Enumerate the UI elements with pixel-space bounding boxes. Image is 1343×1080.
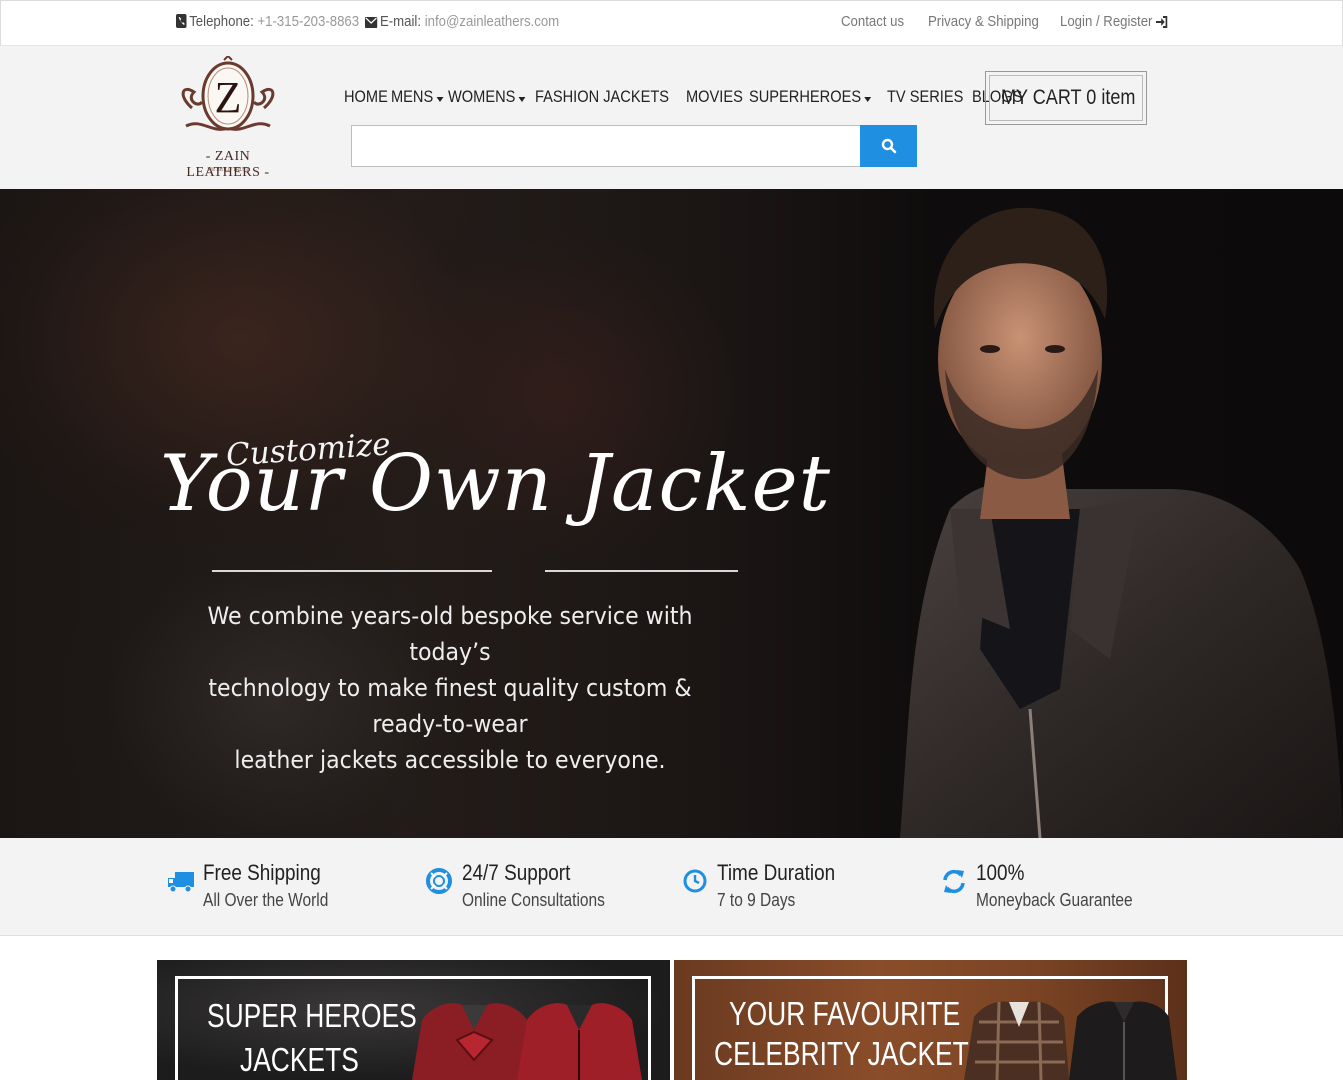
hero-copy: We combine years-old bespoke service wit… — [207, 602, 693, 774]
promo-celebrity-jackets[interactable]: YOUR FAVOURITE CELEBRITY JACKETS — [674, 960, 1187, 1080]
cart-count: 0 item — [1086, 86, 1136, 109]
caret-down-icon — [864, 96, 871, 102]
cart-button[interactable]: MY CART 0 item — [985, 71, 1147, 125]
nav-womens[interactable]: WOMENS — [448, 86, 526, 108]
caret-down-icon — [436, 96, 444, 102]
svg-text:Z: Z — [215, 73, 242, 122]
nav-superheroes[interactable]: SUPERHEROES — [749, 86, 871, 108]
clock-icon — [683, 869, 707, 893]
email-link[interactable]: info@zainleathers.com — [425, 13, 559, 30]
hero-banner[interactable]: Customize Your Own Jacket We combine yea… — [0, 189, 1343, 838]
cart-label: MY CART — [1000, 86, 1082, 109]
sign-in-icon — [1156, 15, 1168, 32]
model-in-jacket-image — [900, 207, 1343, 838]
features-bar: Free Shipping All Over the World 24/7 Su… — [0, 838, 1343, 936]
nav-mens[interactable]: MENS — [391, 86, 444, 108]
promo-superhero-jackets[interactable]: SUPER HEROES JACKETS — [157, 960, 670, 1080]
search-input[interactable] — [351, 125, 861, 167]
header: Z - ZAIN LEATHERS - WE BUILD TRUST HOME … — [0, 46, 1343, 189]
top-bar: Telephone: +1-315-203-8863 E-mail: info@… — [0, 0, 1343, 46]
lifebuoy-icon — [426, 868, 452, 894]
email-info: E-mail: info@zainleathers.com — [365, 13, 559, 32]
site-logo[interactable]: Z - ZAIN LEATHERS - WE BUILD TRUST — [172, 54, 284, 181]
phone-icon — [176, 14, 187, 32]
privacy-shipping-link[interactable]: Privacy & Shipping — [928, 13, 1039, 30]
telephone-info: Telephone: +1-315-203-8863 — [176, 13, 359, 32]
nav-fashion-jackets[interactable]: FASHION JACKETS — [535, 86, 669, 108]
logo-emblem: Z — [181, 54, 275, 131]
superhero-jackets-image — [412, 1003, 642, 1080]
search-button[interactable] — [860, 125, 917, 167]
nav-movies[interactable]: MOVIES — [686, 86, 743, 108]
refresh-icon — [943, 869, 965, 894]
caret-down-icon — [518, 96, 526, 102]
hero-headline: Your Own Jacket — [160, 439, 831, 529]
telephone-link[interactable]: +1-315-203-8863 — [257, 13, 359, 30]
login-register-link[interactable]: Login / Register — [1060, 13, 1170, 32]
hero-divider — [545, 570, 738, 572]
truck-icon — [168, 872, 194, 893]
hero-divider — [212, 570, 492, 572]
nav-home[interactable]: HOME — [344, 86, 388, 108]
main-nav: HOME MENS WOMENS FASHION JACKETS MOVIES … — [344, 86, 1026, 108]
search-icon — [881, 138, 896, 154]
contact-link[interactable]: Contact us — [841, 13, 904, 30]
celebrity-jackets-image — [964, 1001, 1177, 1080]
logo-name: - ZAIN LEATHERS - — [186, 149, 270, 180]
envelope-icon — [365, 15, 378, 32]
logo-tagline: WE BUILD TRUST — [207, 168, 249, 173]
nav-tv-series[interactable]: TV SERIES — [887, 86, 963, 108]
